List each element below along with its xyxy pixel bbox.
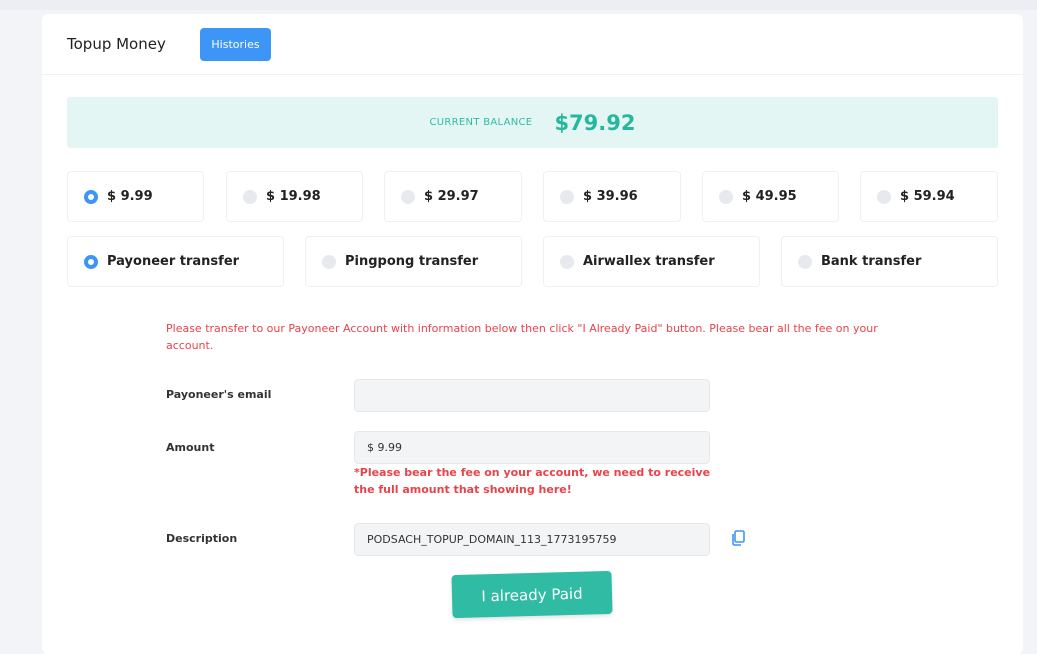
email-label: Payoneer's email	[166, 388, 272, 401]
balance-value: $79.92	[554, 110, 636, 135]
radio-icon[interactable]	[322, 254, 336, 269]
balance-banner: CURRENT BALANCE $79.92	[67, 97, 998, 148]
amount-option-label: $ 49.95	[742, 189, 797, 204]
amount-option-label: $ 39.96	[583, 189, 638, 204]
amount-option-1[interactable]: $ 19.98	[226, 171, 363, 222]
amount-option-2[interactable]: $ 29.97	[384, 171, 522, 222]
amount-option-0[interactable]: $ 9.99	[67, 171, 204, 222]
radio-selected-icon[interactable]	[84, 189, 98, 204]
radio-icon[interactable]	[560, 189, 574, 204]
amount-option-label: $ 19.98	[266, 189, 321, 204]
radio-icon[interactable]	[798, 254, 812, 269]
method-option-bank[interactable]: Bank transfer	[781, 236, 998, 287]
balance-label: CURRENT BALANCE	[429, 117, 533, 128]
radio-icon[interactable]	[719, 189, 733, 204]
amount-option-label: $ 9.99	[107, 189, 153, 204]
method-option-payoneer[interactable]: Payoneer transfer	[67, 236, 284, 287]
radio-icon[interactable]	[560, 254, 574, 269]
amount-label: Amount	[166, 441, 215, 454]
amount-option-3[interactable]: $ 39.96	[543, 171, 681, 222]
method-option-label: Airwallex transfer	[583, 254, 715, 269]
histories-button[interactable]: Histories	[200, 28, 271, 61]
amount-option-5[interactable]: $ 59.94	[860, 171, 998, 222]
radio-icon[interactable]	[877, 189, 891, 204]
top-bar	[0, 0, 1037, 10]
topup-card: Topup Money Histories CURRENT BALANCE $7…	[42, 14, 1023, 654]
amount-option-label: $ 29.97	[424, 189, 479, 204]
payoneer-email-field[interactable]	[354, 379, 710, 412]
radio-icon[interactable]	[243, 189, 257, 204]
method-option-pingpong[interactable]: Pingpong transfer	[305, 236, 522, 287]
method-option-label: Payoneer transfer	[107, 254, 240, 269]
already-paid-button[interactable]: I already Paid	[451, 570, 613, 619]
method-option-label: Bank transfer	[821, 254, 922, 269]
description-field[interactable]	[354, 523, 710, 556]
amount-option-label: $ 59.94	[900, 189, 955, 204]
method-option-label: Pingpong transfer	[345, 254, 479, 269]
amount-warning: *Please bear the fee on your account, we…	[354, 466, 711, 496]
transfer-notice: Please transfer to our Payoneer Account …	[166, 322, 878, 352]
amount-field[interactable]	[354, 431, 710, 464]
radio-icon[interactable]	[401, 189, 415, 204]
page-title: Topup Money	[67, 35, 166, 53]
description-label: Description	[166, 532, 238, 545]
radio-selected-icon[interactable]	[84, 254, 98, 269]
amount-option-4[interactable]: $ 49.95	[702, 171, 839, 222]
card-header: Topup Money Histories	[42, 14, 1023, 75]
method-option-airwallex[interactable]: Airwallex transfer	[543, 236, 760, 287]
copy-icon[interactable]	[731, 530, 745, 546]
